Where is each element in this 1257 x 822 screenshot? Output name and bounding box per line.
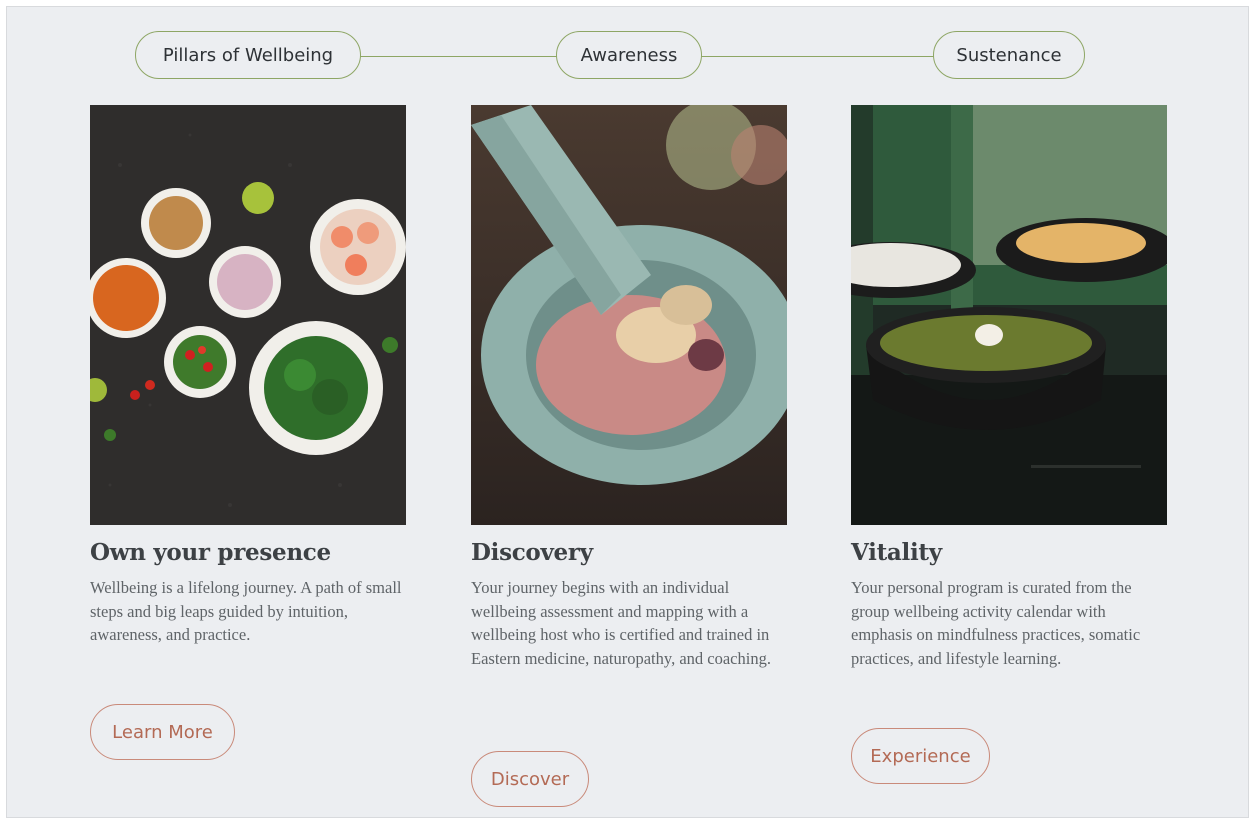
card-vitality: Vitality Your personal program is curate… [851,105,1167,670]
pill-sustenance[interactable]: Sustenance [933,31,1085,79]
pillars-section: Pillars of Wellbeing Awareness Sustenanc… [6,6,1249,818]
learn-more-button[interactable]: Learn More [90,704,235,760]
experience-button[interactable]: Experience [851,728,990,784]
card-discovery: Discovery Your journey begins with an in… [471,105,787,670]
mortar-and-pestle-image [471,105,787,525]
card-description: Wellbeing is a lifelong journey. A path … [90,578,402,644]
card-title: Vitality [851,539,942,566]
pill-awareness[interactable]: Awareness [556,31,702,79]
card-title: Discovery [471,539,593,566]
card-own-your-presence: Own your presence Wellbeing is a lifelon… [90,105,406,647]
pill-pillars-of-wellbeing[interactable]: Pillars of Wellbeing [135,31,361,79]
discover-button[interactable]: Discover [471,751,589,807]
card-description: Your personal program is curated from th… [851,578,1141,668]
card-description: Your journey begins with an individual w… [471,578,771,668]
card-title: Own your presence [90,539,331,566]
soup-bowls-image [851,105,1167,525]
spice-bowls-image [90,105,406,525]
